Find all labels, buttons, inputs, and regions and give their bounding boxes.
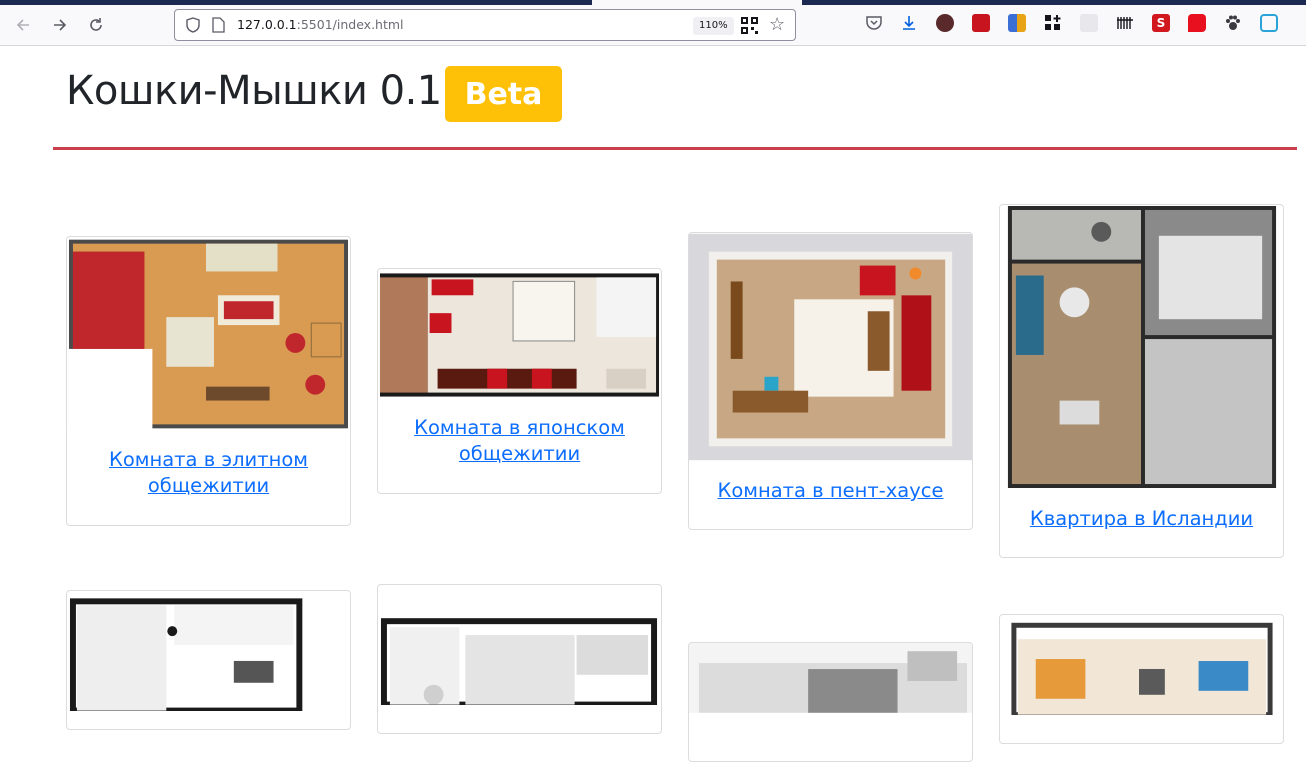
card-link[interactable]: Комната в пент-хаусе <box>689 478 972 504</box>
floor-plan-image[interactable] <box>1000 205 1283 489</box>
card-elite-dorm[interactable]: Комната в элитном общежитии <box>66 236 351 526</box>
url-host: 127.0.0.1 <box>237 17 297 32</box>
floor-plan-image[interactable] <box>689 233 972 461</box>
header-divider <box>53 147 1297 150</box>
page-icon[interactable] <box>211 17 225 33</box>
grey-extension-icon[interactable] <box>1080 14 1098 32</box>
beta-badge: Beta <box>445 66 562 122</box>
zoom-level[interactable]: 110% <box>693 17 734 35</box>
floor-plan-image[interactable] <box>1000 615 1283 715</box>
url-path: :5501/index.html <box>296 17 404 32</box>
card-link[interactable]: Комната в японском общежитии <box>378 415 661 467</box>
chat-extension-icon[interactable] <box>1188 14 1206 32</box>
card-link[interactable]: Комната в элитном общежитии <box>67 447 350 499</box>
floor-plan-image[interactable] <box>67 237 350 433</box>
floor-plan-image[interactable] <box>67 591 350 711</box>
back-arrow-icon[interactable] <box>12 14 34 36</box>
barcode-extension-icon[interactable] <box>1116 14 1134 32</box>
avatar-extension-icon[interactable] <box>936 14 954 32</box>
url-text[interactable]: 127.0.0.1:5501/index.html <box>237 17 404 32</box>
pocket-icon[interactable] <box>865 14 883 32</box>
active-tab[interactable] <box>592 0 802 5</box>
card-iceland-apartment[interactable]: Квартира в Исландии <box>999 204 1284 558</box>
card-link[interactable]: Квартира в Исландии <box>1000 506 1283 532</box>
books-extension-icon[interactable] <box>1008 14 1026 32</box>
card-plan-6[interactable] <box>377 584 662 734</box>
card-plan-8[interactable] <box>999 614 1284 744</box>
browser-toolbar: 127.0.0.1:5501/index.html 110% ☆ S <box>0 0 1306 46</box>
address-bar[interactable]: 127.0.0.1:5501/index.html 110% ☆ <box>174 9 796 41</box>
card-japanese-dorm[interactable]: Комната в японском общежитии <box>377 268 662 494</box>
card-plan-7[interactable] <box>688 642 973 762</box>
sync-extension-icon[interactable] <box>1260 14 1278 32</box>
card-plan-5[interactable] <box>66 590 351 730</box>
page-title: Кошки-Мышки 0.1 <box>66 68 442 114</box>
red-extension-icon[interactable] <box>972 14 990 32</box>
download-icon[interactable] <box>900 14 918 32</box>
card-penthouse[interactable]: Комната в пент-хаусе <box>688 232 973 530</box>
floor-plan-image[interactable] <box>378 585 661 705</box>
tab-strip <box>0 0 1306 5</box>
floor-plan-image[interactable] <box>378 269 661 399</box>
grid-plus-extension-icon[interactable] <box>1044 14 1062 32</box>
page: Кошки-Мышки 0.1 Beta Комната в элитном о… <box>0 46 1306 762</box>
star-icon[interactable]: ☆ <box>769 14 785 35</box>
forward-arrow-icon[interactable] <box>49 14 71 36</box>
reload-icon[interactable] <box>85 14 107 36</box>
shield-icon[interactable] <box>185 17 201 33</box>
s-extension-icon[interactable]: S <box>1152 14 1170 32</box>
paw-extension-icon[interactable] <box>1224 14 1242 32</box>
qr-code-icon[interactable] <box>741 17 758 34</box>
